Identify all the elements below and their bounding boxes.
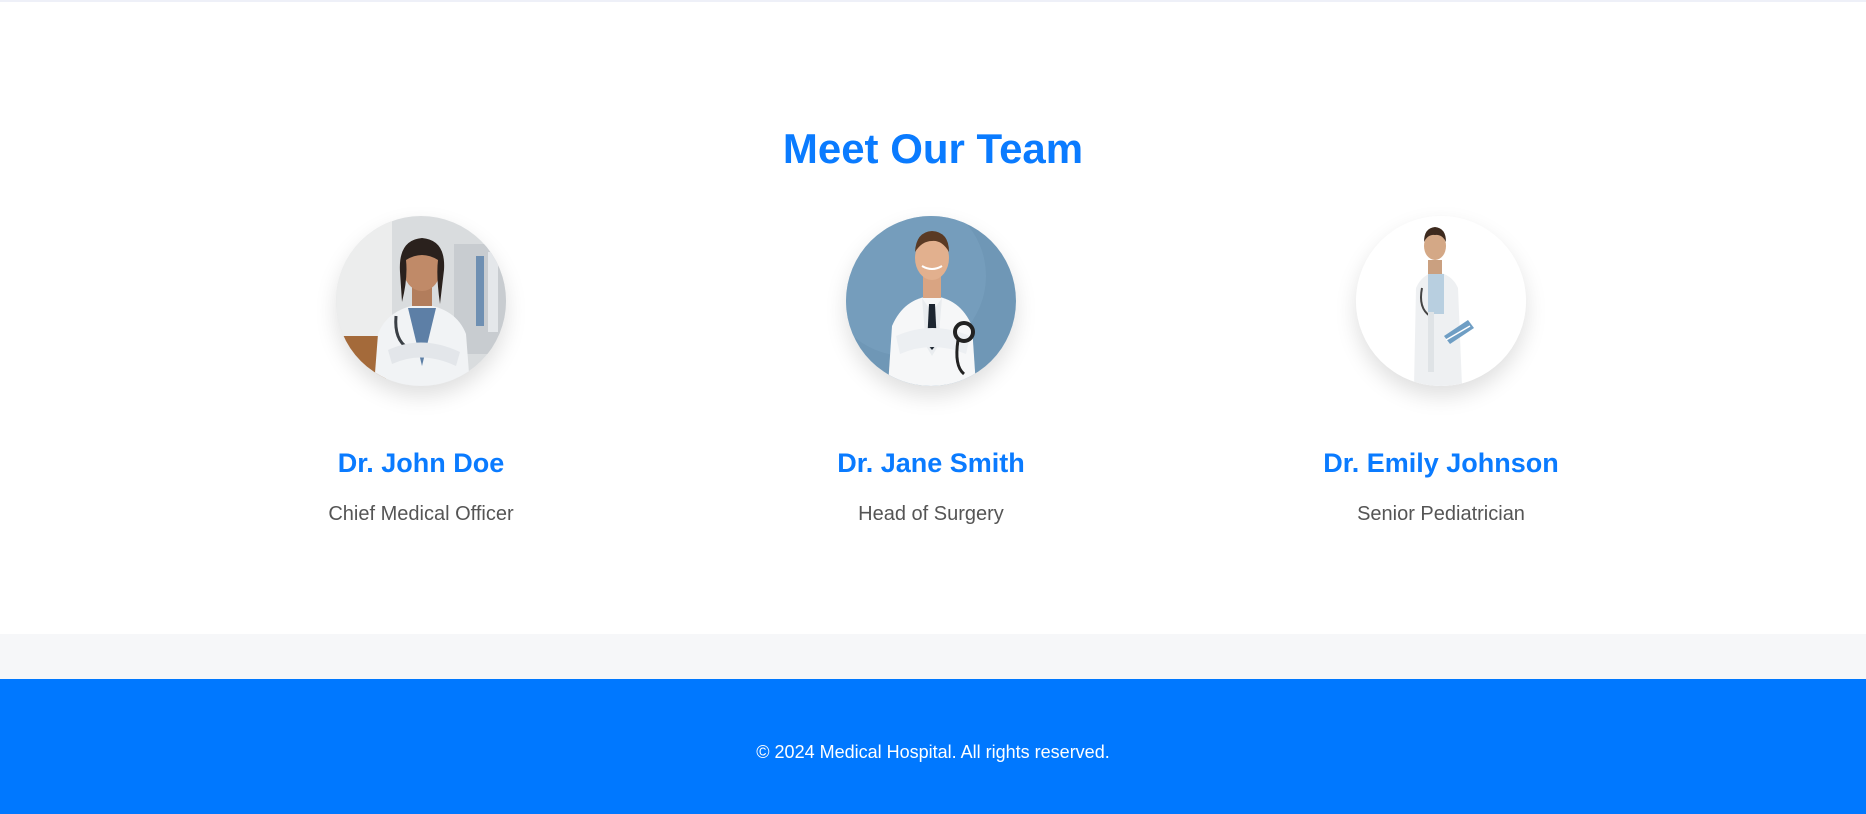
- team-member-card: Dr. Jane Smith Head of Surgery: [731, 216, 1131, 556]
- member-role: Senior Pediatrician: [1357, 503, 1525, 525]
- doctor-photo: [1356, 216, 1526, 386]
- member-role: Head of Surgery: [858, 503, 1004, 525]
- doctor-photo: [336, 216, 506, 386]
- member-role: Chief Medical Officer: [328, 503, 514, 525]
- section-separator: [0, 634, 1866, 679]
- section-title: Meet Our Team: [782, 125, 1084, 172]
- team-section: Meet Our Team Dr. John Doe Chief Medical…: [0, 2, 1866, 634]
- team-member-card: Dr. Emily Johnson Senior Pediatrician: [1241, 216, 1641, 556]
- doctor-portrait-icon: [846, 216, 1016, 386]
- member-name: Dr. John Doe: [337, 448, 505, 478]
- doctor-photo: [846, 216, 1016, 386]
- footer-copyright: © 2024 Medical Hospital. All rights rese…: [756, 742, 1110, 762]
- doctor-portrait-icon: [1356, 216, 1526, 386]
- doctor-portrait-icon: [336, 216, 506, 386]
- member-name: Dr. Jane Smith: [837, 448, 1025, 478]
- team-member-card: Dr. John Doe Chief Medical Officer: [221, 216, 621, 556]
- member-name: Dr. Emily Johnson: [1323, 448, 1559, 478]
